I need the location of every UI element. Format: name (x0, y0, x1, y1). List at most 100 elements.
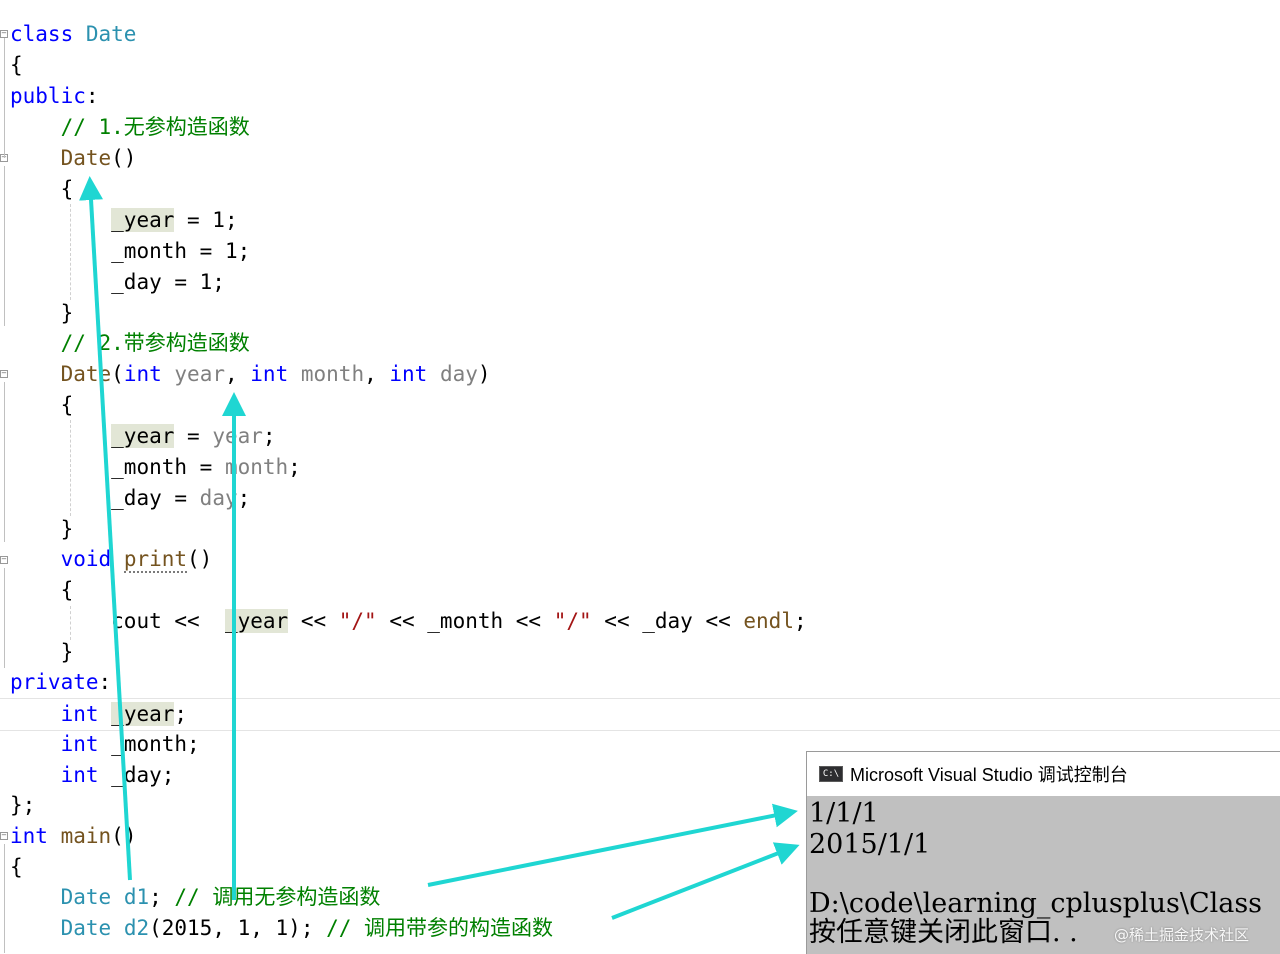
code-text: ; (149, 885, 175, 909)
code-line-23-current[interactable]: int _year; (0, 698, 1280, 731)
fold-toggle-print[interactable]: − (0, 556, 8, 564)
code-text: = 1; (161, 270, 225, 294)
code-text: ; (793, 609, 807, 633)
fold-toggle-ctor2[interactable]: − (0, 370, 8, 378)
operator: << (692, 609, 744, 633)
code-line-22: private: (10, 667, 111, 698)
console-title: Microsoft Visual Studio 调试控制台 (850, 765, 1128, 785)
code-line-1: class Date (10, 19, 136, 50)
console-title-bar[interactable]: C:\ Microsoft Visual Studio 调试控制台 (807, 752, 1280, 796)
code-text: () (111, 824, 137, 848)
code-line-17: } (10, 514, 74, 545)
code-text: ( (111, 362, 124, 386)
code-text: = (161, 486, 200, 510)
colon: : (85, 84, 99, 108)
code-line-18: void print() (10, 544, 212, 575)
code-text: () (111, 146, 137, 170)
parameter: year (174, 362, 225, 386)
console-output-line: 2015/1/1 (809, 829, 931, 860)
fold-line (4, 568, 5, 668)
operator: << (503, 609, 554, 633)
comment: // 2.带参构造函数 (60, 331, 250, 355)
operator: << (591, 609, 643, 633)
parameter: day (199, 486, 238, 510)
code-text: ; (262, 424, 276, 448)
member-variable: _month (111, 239, 188, 263)
operator: << (161, 609, 213, 633)
code-line-26: }; (10, 790, 35, 821)
code-text: = (187, 455, 225, 479)
colon: : (98, 670, 112, 694)
string-literal: "/" (553, 609, 592, 633)
console-app-icon: C:\ (819, 766, 843, 782)
brace: { (60, 393, 74, 417)
member-variable: _month (427, 609, 504, 633)
watermark: @稀土掘金技术社区 (1114, 926, 1250, 944)
member-variable: _year (111, 702, 175, 726)
code-text: (2015, 1, 1); (149, 916, 327, 940)
variable-name: d2 (123, 916, 150, 940)
brace: { (10, 53, 23, 77)
parameter: year (212, 424, 263, 448)
parameter: month (224, 455, 289, 479)
string-literal: "/" (338, 609, 377, 633)
code-line-30: Date d2(2015, 1, 1); // 调用带参的构造函数 (10, 913, 553, 944)
member-variable: _day (111, 486, 162, 510)
console-output-line: 1/1/1 (809, 798, 879, 829)
member-variable: _year (111, 424, 175, 448)
brace: } (60, 517, 74, 541)
code-text: , (364, 362, 390, 386)
code-line-3: public: (10, 81, 99, 112)
fold-toggle-class[interactable]: − (0, 30, 8, 38)
code-text: , (224, 362, 251, 386)
code-line-15: _month = month; (10, 452, 301, 483)
code-line-14: _year = year; (10, 421, 276, 452)
type-keyword: int (10, 824, 48, 848)
type-keyword: int (389, 362, 428, 386)
code-text: = 1; (187, 239, 251, 263)
member-variable: _year (111, 208, 175, 232)
code-text: ; (237, 486, 251, 510)
identifier: cout (111, 609, 162, 633)
type-keyword: int (250, 362, 289, 386)
code-line-24: int _month; (10, 729, 200, 760)
variable-name: d1 (123, 885, 150, 909)
code-line-12: Date(int year, int month, int day) (10, 359, 491, 390)
fold-line (4, 38, 5, 158)
function-name: print (123, 547, 188, 573)
comment: // 调用带参的构造函数 (326, 916, 554, 940)
code-text: = 1; (174, 208, 238, 232)
class-name: Date (60, 885, 112, 909)
parameter: month (300, 362, 365, 386)
fold-line (4, 844, 5, 953)
function-name: Date (60, 146, 112, 170)
code-line-7: _year = 1; (10, 205, 238, 236)
function-name: Date (60, 362, 112, 386)
code-text: ; (174, 702, 188, 726)
code-line-8: _month = 1; (10, 236, 250, 267)
code-text: ; (161, 763, 175, 787)
brace: } (60, 640, 74, 664)
code-line-11: // 2.带参构造函数 (10, 328, 250, 359)
code-line-19: { (10, 575, 74, 606)
code-line-13: { (10, 390, 74, 421)
code-line-29: Date d1; // 调用无参构造函数 (10, 882, 381, 913)
code-text: () (187, 547, 213, 571)
keyword: public (10, 84, 86, 108)
code-line-27: int main() (10, 821, 136, 852)
code-line-9: _day = 1; (10, 267, 225, 298)
member-variable: _day (111, 270, 162, 294)
code-line-5: Date() (10, 143, 137, 174)
code-line-25: int _day; (10, 760, 175, 791)
member-variable: _day (111, 763, 162, 787)
code-line-2: { (10, 50, 23, 81)
operator: << (288, 609, 339, 633)
function-name: main (60, 824, 112, 848)
fold-toggle-main[interactable]: − (0, 832, 8, 840)
keyword: void (60, 547, 112, 571)
member-variable: _year (224, 609, 289, 633)
fold-line (4, 166, 5, 326)
parameter: day (439, 362, 478, 386)
code-text: ; (187, 732, 200, 756)
brace: { (60, 177, 74, 201)
